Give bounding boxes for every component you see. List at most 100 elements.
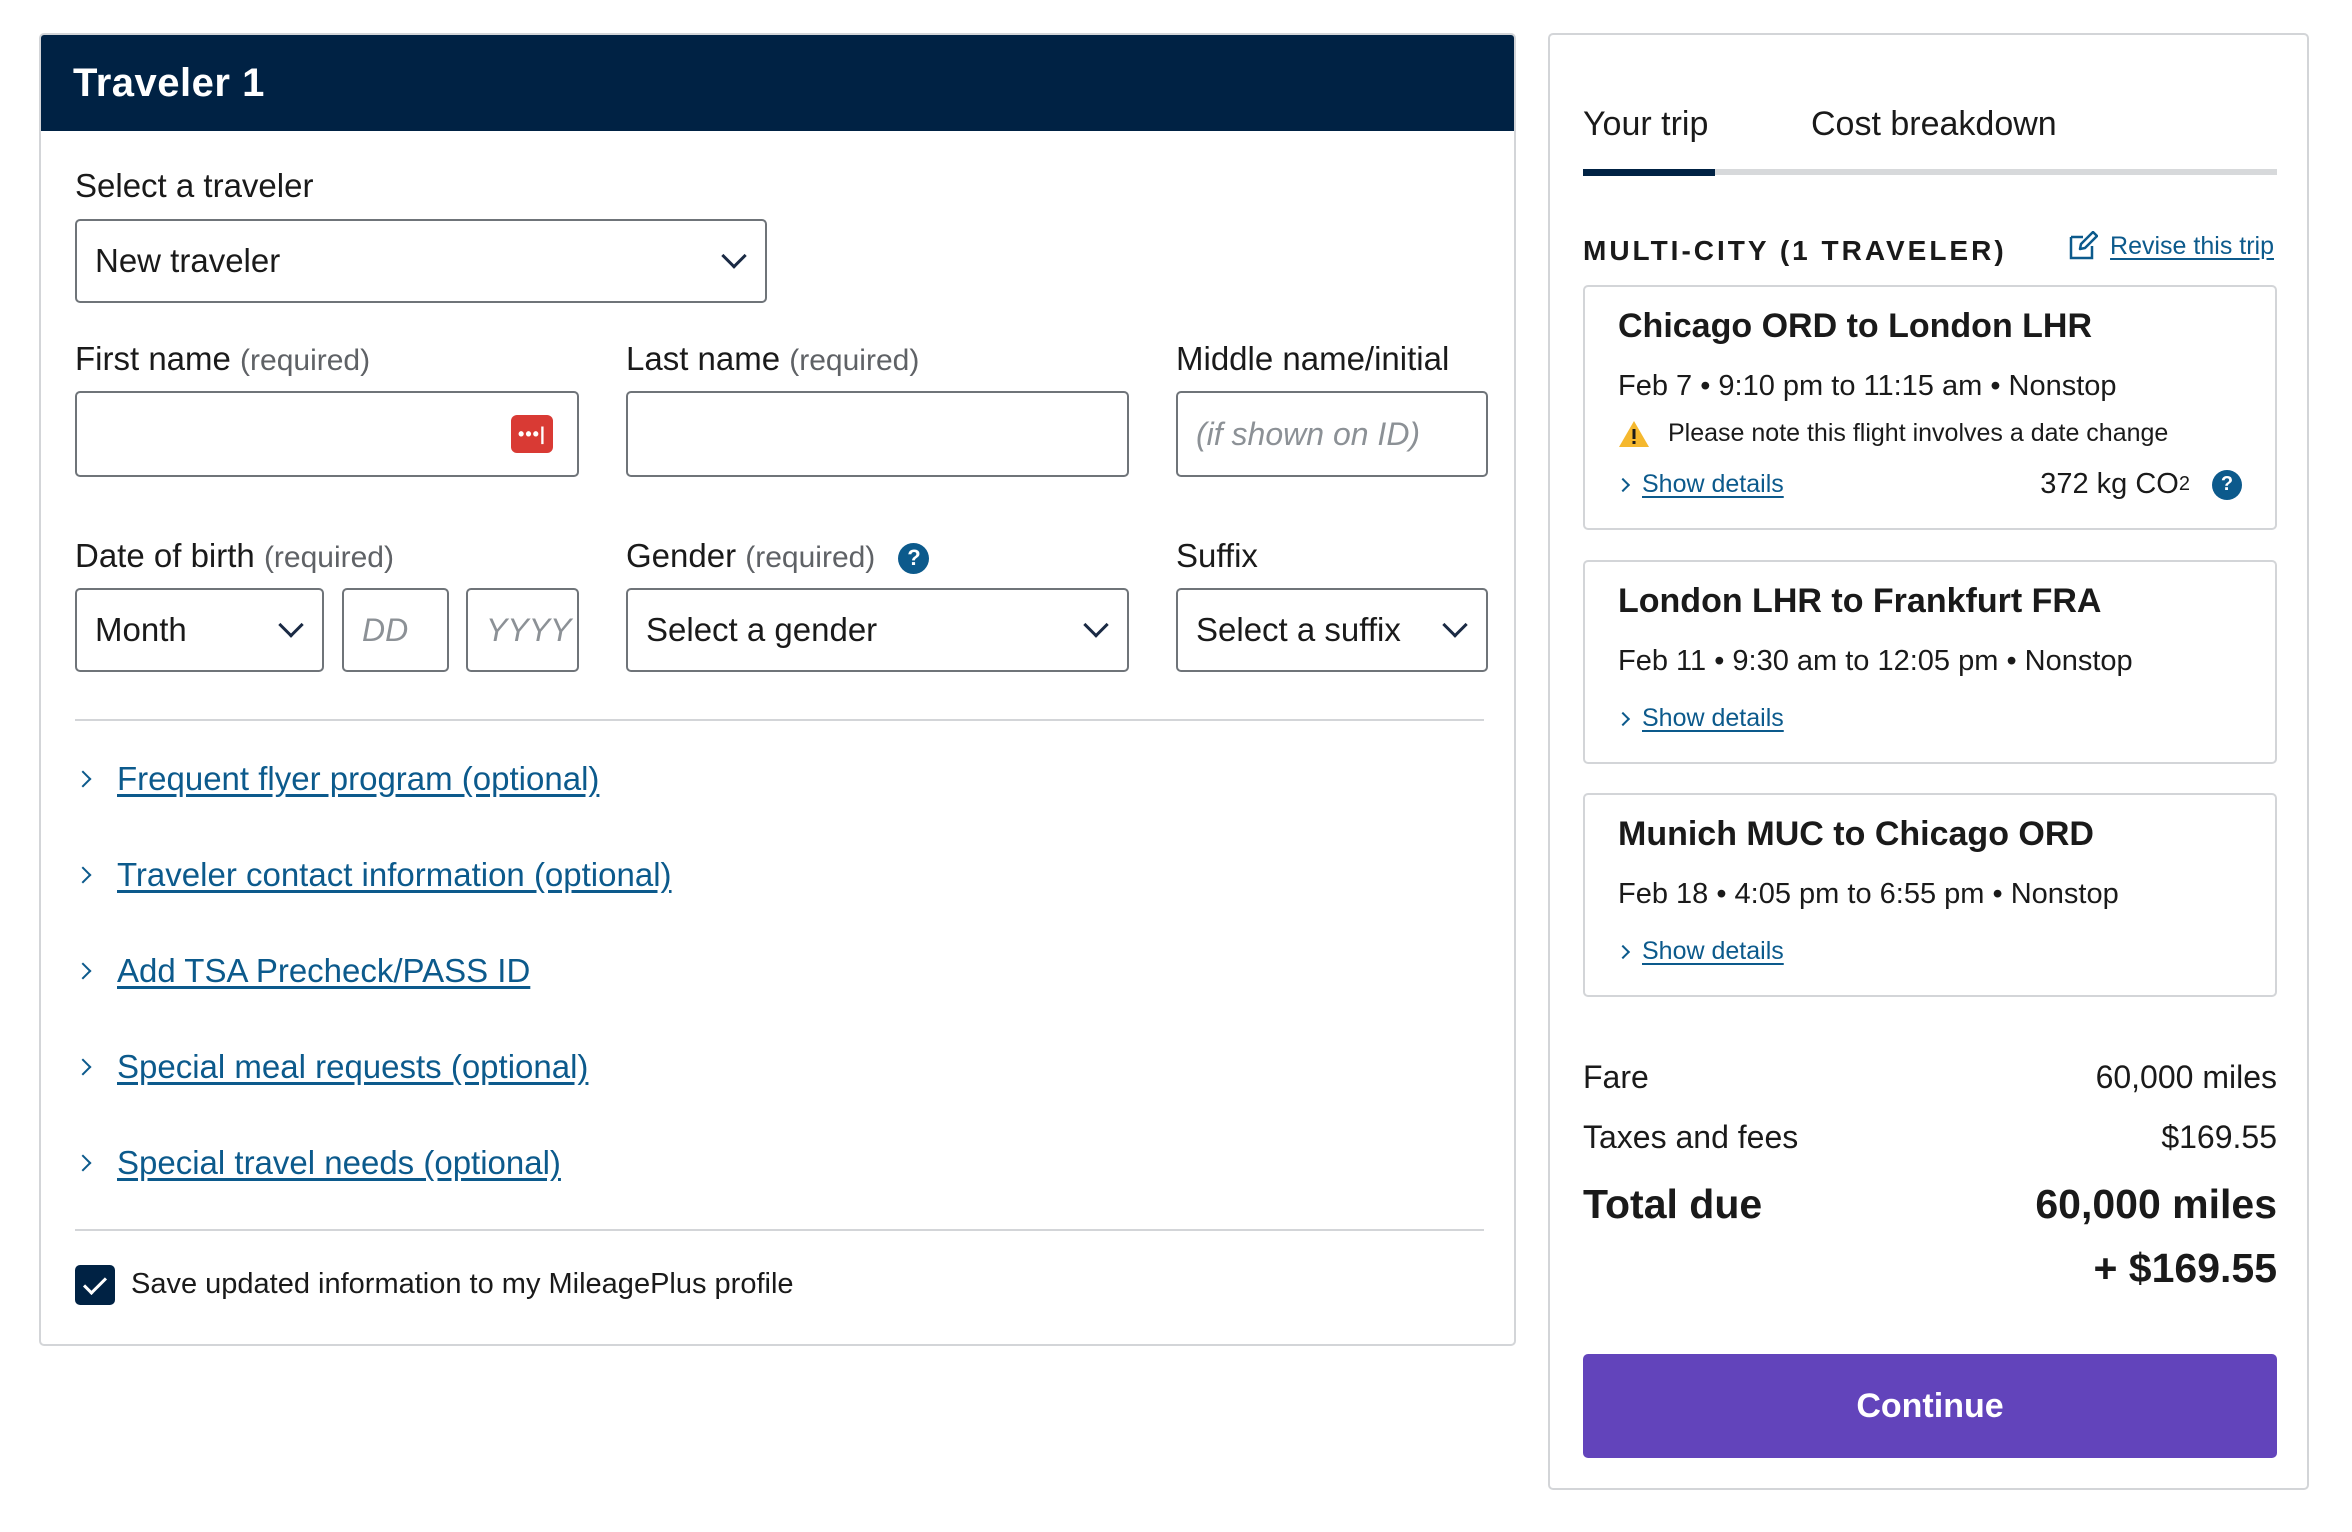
tab-your-trip[interactable]: Your trip	[1583, 105, 1708, 144]
continue-button[interactable]: Continue	[1583, 1354, 2277, 1458]
chevron-right-icon	[1615, 944, 1631, 959]
chevron-right-icon	[1615, 477, 1631, 492]
co2-emissions: 372 kg CO 2 ?	[2040, 468, 2242, 501]
show-details-label: Show details	[1642, 937, 1784, 965]
taxes-value: $169.55	[2161, 1119, 2277, 1155]
special-travel-needs-expander[interactable]: Special travel needs (optional)	[74, 1144, 561, 1182]
divider	[75, 1229, 1484, 1231]
chevron-down-icon	[1083, 612, 1109, 638]
select-traveler-dropdown[interactable]: New traveler	[75, 219, 767, 303]
last-name-label-text: Last name	[626, 340, 781, 377]
dob-day-placeholder: DD	[362, 611, 409, 648]
last-name-field[interactable]	[626, 391, 1129, 477]
segment-footer: Show details 372 kg CO 2 ?	[1615, 468, 2242, 501]
fare-label: Fare	[1583, 1059, 1649, 1095]
flight-segment: Chicago ORD to London LHR Feb 7 • 9:10 p…	[1583, 285, 2277, 530]
revise-trip-link[interactable]: Revise this trip	[2068, 230, 2274, 261]
edit-icon	[2068, 230, 2099, 261]
show-details-link[interactable]: Show details	[1615, 937, 1784, 966]
fare-value: 60,000 miles	[2095, 1059, 2277, 1095]
save-profile-label[interactable]: Save updated information to my MileagePl…	[131, 1268, 794, 1301]
dob-label-text: Date of birth	[75, 537, 255, 574]
gender-dropdown[interactable]: Select a gender	[626, 588, 1129, 672]
summary-tabs: Your trip Cost breakdown	[1583, 71, 2277, 179]
co2-value: 372 kg CO	[2040, 468, 2179, 500]
chevron-down-icon	[1442, 612, 1468, 638]
contact-info-expander[interactable]: Traveler contact information (optional)	[74, 856, 672, 894]
tsa-precheck-link[interactable]: Add TSA Precheck/PASS ID	[117, 952, 530, 990]
chevron-right-icon	[74, 1154, 92, 1172]
segment-footer: Show details	[1615, 937, 2242, 966]
middle-name-field[interactable]: (if shown on ID)	[1176, 391, 1488, 477]
frequent-flyer-link[interactable]: Frequent flyer program (optional)	[117, 760, 599, 798]
special-meal-link[interactable]: Special meal requests (optional)	[117, 1048, 588, 1086]
dob-required-note: (required)	[263, 541, 394, 574]
show-details-link[interactable]: Show details	[1615, 704, 1784, 733]
suffix-dropdown[interactable]: Select a suffix	[1176, 588, 1488, 672]
divider	[75, 719, 1484, 721]
dob-day-field[interactable]: DD	[342, 588, 449, 672]
chevron-right-icon	[74, 1058, 92, 1076]
suffix-value: Select a suffix	[1196, 611, 1401, 648]
dob-year-field[interactable]: YYYY	[466, 588, 579, 672]
segment-schedule: Feb 11 • 9:30 am to 12:05 pm • Nonstop	[1618, 645, 2133, 677]
total-row: Total due 60,000 miles	[1583, 1181, 2277, 1228]
last-name-label: Last name (required)	[626, 340, 919, 378]
segment-route: Munich MUC to Chicago ORD	[1618, 815, 2094, 853]
special-meal-expander[interactable]: Special meal requests (optional)	[74, 1048, 588, 1086]
show-details-link[interactable]: Show details	[1615, 470, 1784, 499]
last-name-required-note: (required)	[789, 344, 920, 377]
taxes-label: Taxes and fees	[1583, 1119, 1799, 1155]
total-label: Total due	[1583, 1181, 1763, 1227]
gender-label: Gender (required) ?	[626, 537, 930, 575]
middle-name-placeholder: (if shown on ID)	[1196, 415, 1421, 452]
special-travel-needs-link[interactable]: Special travel needs (optional)	[117, 1144, 561, 1182]
flight-segment: London LHR to Frankfurt FRA Feb 11 • 9:3…	[1583, 560, 2277, 764]
password-manager-icon[interactable]: •••|	[511, 415, 553, 453]
segment-route: London LHR to Frankfurt FRA	[1618, 582, 2102, 620]
frequent-flyer-expander[interactable]: Frequent flyer program (optional)	[74, 760, 599, 798]
gender-label-text: Gender	[626, 537, 737, 574]
checkmark-icon	[82, 1270, 108, 1295]
suffix-label: Suffix	[1176, 537, 1258, 574]
revise-trip-label: Revise this trip	[2110, 231, 2274, 260]
taxes-row: Taxes and fees $169.55	[1583, 1119, 2277, 1156]
gender-required-note: (required)	[745, 541, 876, 574]
segment-schedule: Feb 18 • 4:05 pm to 6:55 pm • Nonstop	[1618, 878, 2119, 910]
warning-text: Please note this flight involves a date …	[1668, 419, 2169, 447]
help-icon[interactable]: ?	[898, 542, 930, 574]
chevron-down-icon	[721, 243, 747, 269]
middle-name-label: Middle name/initial	[1176, 340, 1450, 377]
help-icon[interactable]: ?	[2212, 469, 2242, 500]
dob-label: Date of birth (required)	[75, 537, 394, 575]
segment-footer: Show details	[1615, 704, 2242, 733]
flight-segment: Munich MUC to Chicago ORD Feb 18 • 4:05 …	[1583, 793, 2277, 997]
traveler-header: Traveler 1	[41, 35, 1514, 131]
save-profile-checkbox[interactable]	[75, 1265, 115, 1305]
first-name-label: First name (required)	[75, 340, 370, 378]
contact-info-link[interactable]: Traveler contact information (optional)	[117, 856, 672, 894]
segment-schedule: Feb 7 • 9:10 pm to 11:15 am • Nonstop	[1618, 370, 2117, 402]
chevron-right-icon	[74, 962, 92, 980]
total-cash-row: + $169.55	[1583, 1245, 2277, 1292]
tab-active-indicator	[1583, 169, 1715, 176]
gender-value: Select a gender	[646, 611, 878, 648]
select-traveler-label: Select a traveler	[75, 167, 314, 204]
dob-year-placeholder: YYYY	[486, 611, 572, 648]
tab-cost-breakdown[interactable]: Cost breakdown	[1811, 105, 2057, 144]
segment-route: Chicago ORD to London LHR	[1618, 307, 2093, 345]
select-traveler-value: New traveler	[95, 242, 281, 279]
first-name-required-note: (required)	[240, 344, 371, 377]
first-name-field[interactable]: •••|	[75, 391, 579, 477]
total-miles: 60,000 miles	[2035, 1181, 2277, 1227]
chevron-right-icon	[74, 866, 92, 884]
chevron-right-icon	[74, 770, 92, 788]
warning-icon	[1618, 420, 1650, 448]
tsa-precheck-expander[interactable]: Add TSA Precheck/PASS ID	[74, 952, 530, 990]
traveler-card: Traveler 1 Select a traveler New travele…	[39, 33, 1516, 1346]
first-name-label-text: First name	[75, 340, 231, 377]
chevron-down-icon	[278, 612, 304, 638]
dob-month-dropdown[interactable]: Month	[75, 588, 324, 672]
chevron-right-icon	[1615, 711, 1631, 726]
show-details-label: Show details	[1642, 704, 1784, 732]
